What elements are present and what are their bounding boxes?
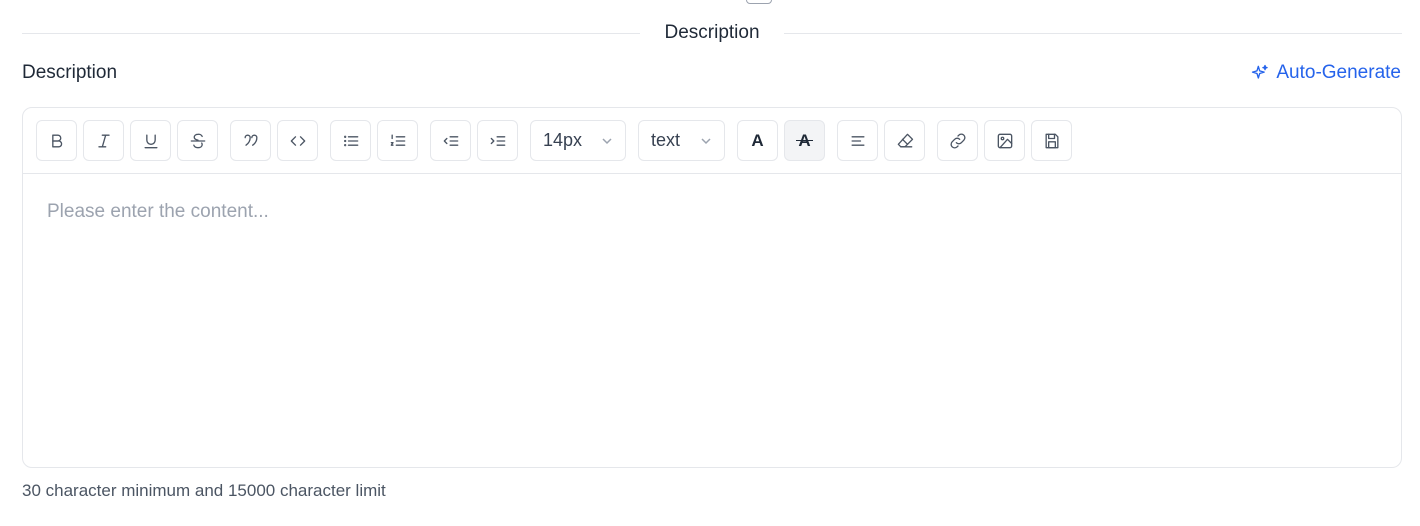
link-button[interactable] <box>937 120 978 161</box>
quote-icon <box>244 134 257 146</box>
font-size-select[interactable]: 14px <box>530 120 626 161</box>
font-background-button[interactable]: A <box>784 120 825 161</box>
chevron-down-icon <box>701 137 711 144</box>
bold-icon <box>51 134 62 147</box>
auto-generate-button[interactable]: Auto-Generate <box>1250 62 1401 84</box>
highlight-strike <box>796 139 813 141</box>
editor-placeholder: Please enter the content... <box>47 201 269 222</box>
bullet-list-button[interactable] <box>330 120 371 161</box>
description-section: Description Description Auto-Generate 14… <box>0 0 1420 526</box>
font-size-value: 14px <box>543 130 583 150</box>
outdent-icon <box>443 135 458 146</box>
text-type-select[interactable]: text <box>638 120 725 161</box>
section-divider-label: Description <box>664 22 760 43</box>
text-type-value: text <box>651 130 681 150</box>
section-divider: Description <box>22 20 1403 46</box>
ordered-list-button[interactable] <box>377 120 418 161</box>
image-button[interactable] <box>984 120 1025 161</box>
outdent-button[interactable] <box>430 120 471 161</box>
auto-generate-label: Auto-Generate <box>1276 62 1401 83</box>
highlight-icon: A <box>796 131 813 151</box>
ordered-list-icon <box>390 134 405 146</box>
font-color-icon: A <box>751 130 764 150</box>
bullet-list-icon <box>343 135 358 146</box>
italic-button[interactable] <box>83 120 124 161</box>
editor-toolbar: 14px text A A <box>23 108 1401 174</box>
underline-icon <box>144 134 157 148</box>
save-icon <box>1045 133 1058 148</box>
strikethrough-icon <box>190 133 205 148</box>
align-left-icon <box>851 135 864 146</box>
strikethrough-button[interactable] <box>177 120 218 161</box>
clear-format-button[interactable] <box>884 120 925 161</box>
divider-line-right <box>783 32 1403 34</box>
save-button[interactable] <box>1031 120 1072 161</box>
indent-icon <box>490 135 505 146</box>
blockquote-button[interactable] <box>230 120 271 161</box>
cropped-checkbox-row <box>746 0 772 4</box>
chevron-down-icon <box>602 137 612 144</box>
character-limit-hint: 30 character minimum and 15000 character… <box>22 481 386 500</box>
rich-text-editor: 14px text A A Please enter the content..… <box>22 107 1402 468</box>
field-label: Description <box>22 62 118 83</box>
code-icon <box>290 135 305 146</box>
indent-button[interactable] <box>477 120 518 161</box>
align-button[interactable] <box>837 120 878 161</box>
font-color-button[interactable]: A <box>737 120 778 161</box>
checkbox[interactable] <box>746 0 772 4</box>
image-icon <box>997 133 1012 148</box>
underline-button[interactable] <box>130 120 171 161</box>
divider-line-left <box>22 32 641 34</box>
eraser-icon <box>897 133 913 147</box>
italic-icon <box>97 134 110 147</box>
sparkle-icon <box>1252 64 1269 79</box>
bold-button[interactable] <box>36 120 77 161</box>
editor-content-area[interactable]: Please enter the content... <box>23 174 1401 467</box>
code-button[interactable] <box>277 120 318 161</box>
link-icon <box>949 132 966 149</box>
